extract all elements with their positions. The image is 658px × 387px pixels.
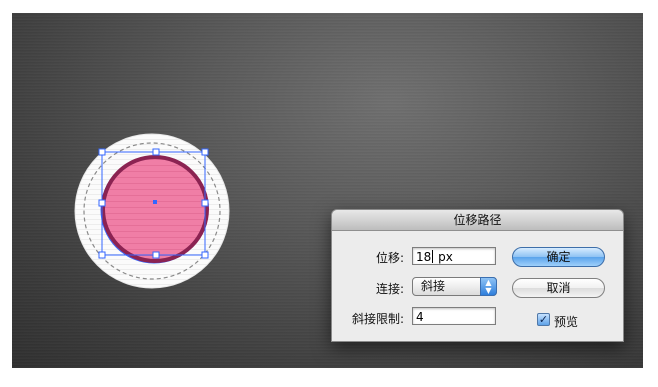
selection-handle: [152, 148, 160, 156]
joins-select[interactable]: 斜接 ▲ ▼: [412, 277, 497, 296]
selection-handle: [98, 199, 106, 207]
badge-artwork[interactable]: [72, 131, 232, 291]
selection-handle: [201, 199, 209, 207]
offset-path-dialog: 位移路径 位移: 18 px 连接: 斜接 ▲ ▼ 斜接限制: 4 确定 取消 ✓…: [331, 209, 624, 342]
miter-limit-input[interactable]: 4: [412, 307, 496, 325]
joins-selected-value: 斜接: [421, 279, 446, 293]
selection-handle: [201, 148, 209, 156]
up-down-arrows-icon: ▲ ▼: [480, 277, 497, 296]
selection-handle: [152, 251, 160, 259]
ok-button[interactable]: 确定: [512, 247, 605, 267]
preview-checkbox[interactable]: ✓: [537, 313, 550, 326]
selection-handle: [201, 251, 209, 259]
selection-handle: [98, 148, 106, 156]
offset-value: 18: [416, 250, 432, 264]
center-point: [153, 200, 157, 204]
dialog-title: 位移路径: [332, 210, 623, 231]
offset-unit: px: [434, 250, 453, 264]
joins-label: 连接:: [375, 282, 404, 296]
miter-limit-label: 斜接限制:: [351, 312, 404, 326]
offset-label: 位移:: [375, 251, 404, 265]
cancel-button[interactable]: 取消: [512, 278, 605, 298]
checkmark-icon: ✓: [538, 313, 549, 326]
offset-input[interactable]: 18 px: [412, 247, 496, 265]
selection-handle: [98, 251, 106, 259]
badge-inner-circle: [101, 155, 209, 263]
preview-label[interactable]: 预览: [554, 313, 578, 330]
